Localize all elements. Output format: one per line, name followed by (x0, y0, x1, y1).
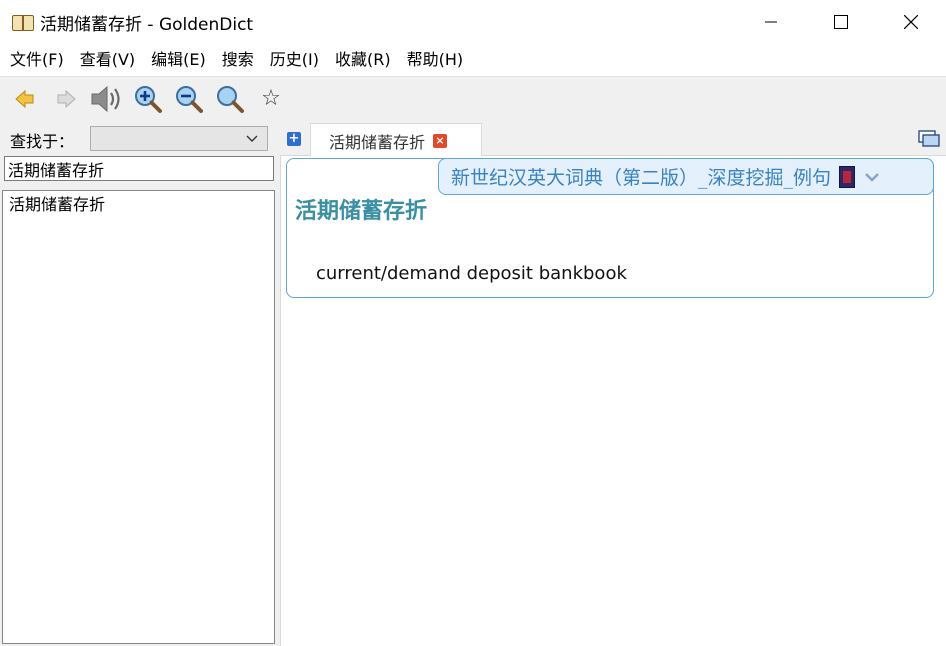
search-pane: 查找于： 活期储蓄存折 (0, 122, 278, 646)
window-title: 活期储蓄存折 - GoldenDict (40, 14, 254, 35)
article-pane: + 活期储蓄存折 × 新世纪汉英大词典（第二版）_深度挖掘_例句 活期储蓄存折 … (280, 122, 946, 646)
toolbar: ☆ (0, 76, 946, 120)
chevron-down-icon (246, 135, 258, 142)
close-tab-icon[interactable]: × (433, 133, 448, 148)
dictionary-header[interactable]: 新世纪汉英大词典（第二版）_深度挖掘_例句 (438, 158, 934, 195)
dictionary-group-select[interactable] (90, 126, 268, 151)
dictionary-article: 新世纪汉英大词典（第二版）_深度挖掘_例句 活期储蓄存折 current/dem… (286, 158, 934, 298)
dictionary-icon (839, 165, 856, 188)
minimize-icon (765, 21, 777, 23)
headword: 活期储蓄存折 (295, 199, 428, 224)
forward-arrow-icon (57, 89, 76, 108)
tab-label: 活期储蓄存折 (329, 132, 426, 152)
add-favorite-button[interactable]: ☆ (254, 82, 288, 116)
tabs-list-icon[interactable] (918, 130, 940, 148)
forward-button[interactable] (49, 82, 83, 116)
minimize-button[interactable] (736, 0, 806, 44)
tab-article[interactable]: 活期储蓄存折 × (310, 123, 482, 157)
dictionary-name: 新世纪汉英大词典（第二版）_深度挖掘_例句 (451, 167, 832, 189)
zoom-in-button[interactable] (131, 82, 165, 116)
menu-search[interactable]: 搜索 (214, 44, 262, 76)
back-button[interactable] (8, 82, 42, 116)
pronounce-button[interactable] (90, 82, 124, 116)
lookin-label: 查找于： (10, 132, 75, 151)
title-bar: 活期储蓄存折 - GoldenDict (0, 0, 946, 44)
open-book-icon (12, 13, 34, 31)
zoom-in-icon (135, 85, 162, 113)
close-icon (904, 15, 918, 29)
menu-history[interactable]: 历史(I) (262, 44, 327, 76)
speaker-icon (91, 85, 120, 112)
search-input[interactable] (4, 156, 274, 181)
maximize-button[interactable] (806, 0, 876, 44)
new-tab-button[interactable]: + (287, 132, 301, 146)
tab-bar: + 活期储蓄存折 × (280, 122, 946, 157)
menu-favorites[interactable]: 收藏(R) (327, 44, 399, 76)
word-list: 活期储蓄存折 (2, 190, 275, 644)
list-item[interactable]: 活期储蓄存折 (3, 191, 274, 219)
close-button[interactable] (876, 0, 946, 44)
article-view: 新世纪汉英大词典（第二版）_深度挖掘_例句 活期储蓄存折 current/dem… (280, 156, 946, 646)
menu-bar: 文件(F) 查看(V) 编辑(E) 搜索 历史(I) 收藏(R) 帮助(H) (0, 44, 946, 76)
definition: current/demand deposit bankbook (316, 263, 627, 284)
menu-view[interactable]: 查看(V) (72, 44, 143, 76)
menu-help[interactable]: 帮助(H) (399, 44, 472, 76)
menu-edit[interactable]: 编辑(E) (143, 44, 214, 76)
maximize-icon (834, 15, 848, 29)
back-arrow-icon (15, 89, 34, 108)
chevron-down-icon[interactable] (863, 168, 881, 186)
zoom-normal-button[interactable] (213, 82, 247, 116)
star-icon: ☆ (261, 86, 281, 111)
zoom-normal-icon (217, 85, 244, 113)
zoom-out-icon (176, 85, 203, 113)
zoom-out-button[interactable] (172, 82, 206, 116)
menu-file[interactable]: 文件(F) (2, 44, 72, 76)
